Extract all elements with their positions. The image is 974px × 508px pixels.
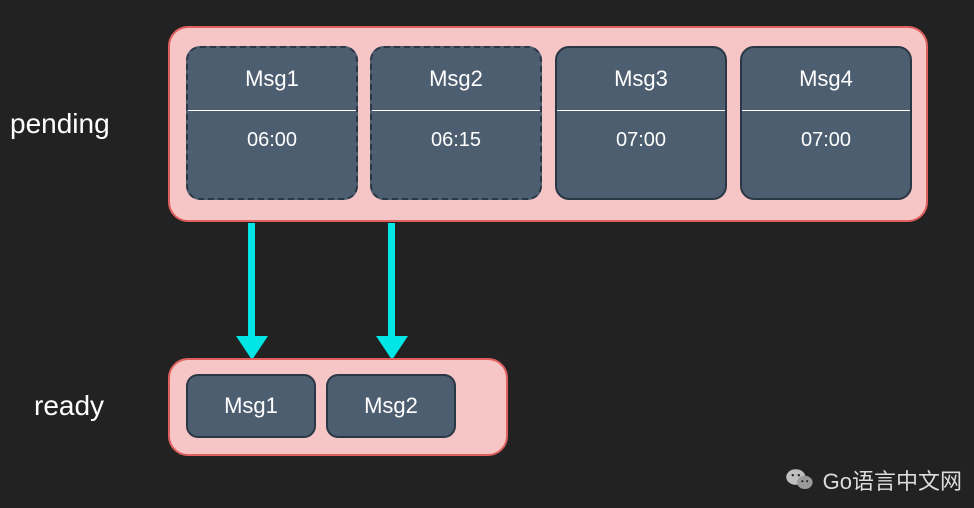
pending-msg4-name: Msg4: [799, 48, 853, 110]
arrow-2-line: [388, 223, 395, 338]
arrow-1-line: [248, 223, 255, 338]
pending-msg1-time: 06:00: [247, 111, 297, 170]
pending-msg3-time: 07:00: [616, 111, 666, 170]
arrow-1-head: [236, 336, 268, 360]
pending-msg3: Msg3 07:00: [555, 46, 727, 200]
pending-msg3-name: Msg3: [614, 48, 668, 110]
pending-msg2-time: 06:15: [431, 111, 481, 170]
watermark-text: Go语言中文网: [823, 464, 962, 496]
ready-label: ready: [34, 390, 104, 422]
diagram-canvas: pending Msg1 06:00 Msg2 06:15 Msg3 07:00…: [0, 0, 974, 508]
pending-msg2-name: Msg2: [429, 48, 483, 110]
ready-msg1-name: Msg1: [224, 393, 278, 419]
watermark: Go语言中文网: [785, 464, 962, 496]
ready-msg2: Msg2: [326, 374, 456, 438]
ready-msg2-name: Msg2: [364, 393, 418, 419]
pending-msg4: Msg4 07:00: [740, 46, 912, 200]
pending-msg4-time: 07:00: [801, 111, 851, 170]
pending-msg1: Msg1 06:00: [186, 46, 358, 200]
pending-msg1-name: Msg1: [245, 48, 299, 110]
ready-msg1: Msg1: [186, 374, 316, 438]
pending-label: pending: [10, 108, 110, 140]
pending-msg2: Msg2 06:15: [370, 46, 542, 200]
arrow-2-head: [376, 336, 408, 360]
wechat-icon: [785, 465, 815, 495]
